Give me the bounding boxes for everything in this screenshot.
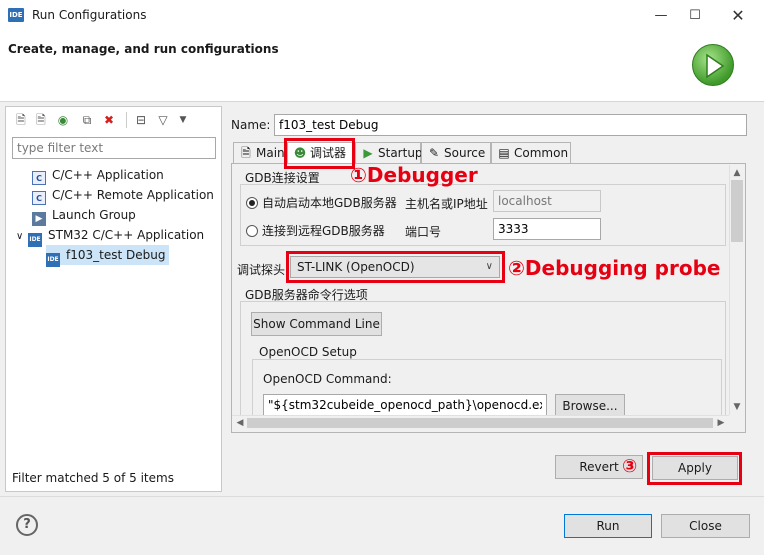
common-icon: ▤: [498, 146, 510, 160]
toolbar-divider: [126, 112, 127, 128]
tab-common[interactable]: ▤ Common: [491, 142, 571, 164]
startup-play-icon: ▶: [363, 146, 373, 160]
minimize-icon[interactable]: —: [650, 6, 672, 26]
filter-status: Filter matched 5 of 5 items: [12, 471, 174, 485]
duplicate-icon[interactable]: ⧉: [80, 113, 94, 127]
tab-main[interactable]: 🗎 Main: [233, 142, 285, 164]
app-icon: IDE: [8, 8, 24, 22]
radio-checked-icon: [246, 197, 258, 209]
host-label: 主机名或IP地址: [405, 197, 488, 211]
connect-remote-radio[interactable]: 连接到远程GDB服务器: [246, 222, 385, 239]
name-label: Name:: [231, 118, 271, 132]
run-icon: [692, 44, 734, 86]
radio-unchecked-icon: [246, 225, 258, 237]
delete-icon[interactable]: ✖: [102, 113, 116, 127]
auto-start-radio[interactable]: 自动启动本地GDB服务器: [246, 194, 397, 211]
ide-icon: IDE: [28, 233, 42, 247]
openocd-command-label: OpenOCD Command:: [263, 372, 392, 386]
launch-group-icon: ▶: [32, 212, 46, 226]
ide-icon: IDE: [46, 253, 60, 267]
tree-item-c-application[interactable]: C C/C++ Application: [32, 165, 164, 185]
horizontal-scroll-thumb[interactable]: [247, 418, 713, 428]
tree-item-stm32-application[interactable]: ∨ IDE STM32 C/C++ Application: [16, 225, 204, 247]
header-banner: Create, manage, and run configurations: [0, 32, 764, 102]
collapse-all-icon[interactable]: ⊟: [134, 113, 148, 127]
openocd-setup-label: OpenOCD Setup: [259, 345, 357, 359]
probe-label: 调试探头: [237, 263, 286, 277]
scroll-down-icon[interactable]: ▼: [730, 399, 744, 415]
tree-item-c-remote-application[interactable]: C C/C++ Remote Application: [32, 185, 214, 205]
help-icon[interactable]: ?: [16, 514, 38, 536]
scroll-left-icon[interactable]: ◀: [233, 415, 247, 431]
debugger-annotation: ①Debugger: [350, 163, 478, 187]
port-input[interactable]: [493, 218, 601, 240]
probe-select-highlight: [286, 251, 505, 283]
footer-divider: [0, 496, 764, 497]
close-button[interactable]: Close: [661, 514, 750, 538]
new-config-icon[interactable]: 🗎: [14, 113, 28, 127]
new-prototype-icon[interactable]: 🗎: [34, 113, 48, 127]
config-tree-panel: 🗎 🗎 ◉ ⧉ ✖ ⊟ ▽ ▼ CC/C++ Application CC/C+…: [5, 106, 222, 492]
main-tab-icon: 🗎: [241, 146, 251, 160]
show-command-line-button[interactable]: Show Command Line: [251, 312, 382, 336]
expand-chevron-icon[interactable]: ∨: [16, 227, 28, 247]
banner-title: Create, manage, and run configurations: [8, 42, 279, 56]
source-icon: ✎: [428, 146, 440, 160]
vertical-scroll-thumb[interactable]: [731, 180, 743, 242]
config-name-input[interactable]: [274, 114, 747, 136]
probe-annotation: ②Debugging probe: [508, 256, 721, 280]
tree-item-f103-test-debug[interactable]: IDE f103_test Debug: [46, 245, 170, 267]
maximize-icon[interactable]: ☐: [684, 6, 706, 26]
scroll-up-icon[interactable]: ▲: [730, 165, 744, 181]
openocd-command-input[interactable]: [263, 394, 547, 416]
scroll-right-icon[interactable]: ▶: [714, 415, 728, 431]
c-app-icon: C: [32, 171, 46, 185]
host-input[interactable]: [493, 190, 601, 212]
c-app-icon: C: [32, 191, 46, 205]
port-label: 端口号: [405, 225, 442, 239]
title-bar: IDE Run Configurations — ☐ ✕: [0, 0, 764, 32]
run-button[interactable]: Run: [564, 514, 652, 538]
tab-startup[interactable]: ▶ Startup: [355, 142, 423, 164]
close-icon[interactable]: ✕: [727, 6, 749, 26]
window-title: Run Configurations: [32, 8, 147, 22]
export-icon[interactable]: ◉: [56, 113, 70, 127]
apply-annotation: ③: [622, 456, 638, 477]
view-menu-icon[interactable]: ▼: [176, 113, 190, 127]
apply-button-highlight: [647, 452, 742, 485]
tab-source[interactable]: ✎ Source: [421, 142, 491, 164]
filter-input[interactable]: [12, 137, 216, 159]
filter-icon[interactable]: ▽: [156, 113, 170, 127]
debugger-tab-highlight: [284, 138, 355, 169]
tree-item-launch-group[interactable]: ▶ Launch Group: [32, 205, 136, 226]
